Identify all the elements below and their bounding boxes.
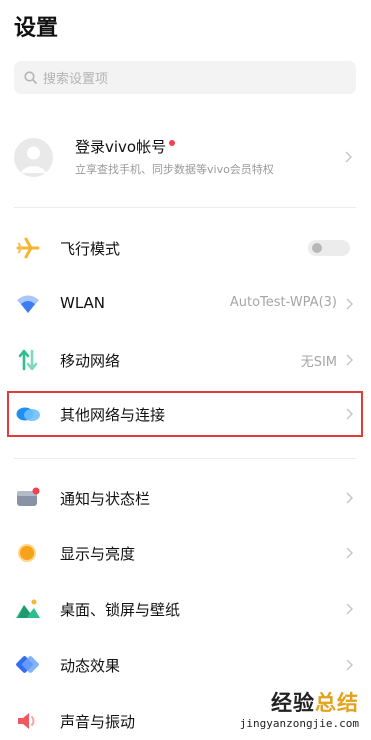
search-input[interactable]: 搜索设置项 [14,61,356,94]
airplane-mode-toggle[interactable] [308,240,350,256]
chevron-right-icon [346,603,353,615]
row-label: 显示与亮度 [60,545,136,563]
sound-icon [18,713,35,729]
mobile-network-icon [18,349,38,371]
chevron-right-icon [346,298,353,310]
search-icon [24,71,37,84]
highlight-box [7,391,363,437]
account-title: 登录vivo帐号 [75,138,167,156]
watermark-part1: 经验 [271,691,315,715]
watermark-url: jingyanzongjie.com [239,717,359,730]
row-label: 飞行模式 [60,240,121,258]
account-subtitle: 立享查找手机、同步数据等vivo会员特权 [75,163,274,176]
user-icon [21,146,46,173]
row-wlan[interactable]: WLAN AutoTest-WPA(3) [0,279,371,329]
row-display-brightness[interactable]: 显示与亮度 [0,528,371,578]
avatar [14,138,53,177]
watermark: 经验总结 jingyanzongjie.com [240,687,359,730]
chevron-right-icon [346,547,353,559]
wifi-icon [17,295,39,313]
row-label: 声音与振动 [60,713,136,731]
row-label: WLAN [60,294,106,312]
row-notifications[interactable]: 通知与状态栏 [0,473,371,523]
chevron-right-icon [346,659,353,671]
watermark-title: 经验总结 [240,687,359,717]
row-label: 动态效果 [60,657,121,675]
row-airplane-mode[interactable]: 飞行模式 [0,223,371,273]
animation-icon [16,656,39,673]
row-wallpaper[interactable]: 桌面、锁屏与壁纸 [0,584,371,634]
row-label: 桌面、锁屏与壁纸 [60,601,181,619]
toggle-knob [312,243,322,253]
chevron-right-icon [346,354,353,366]
row-mobile-network[interactable]: 移动网络 无SIM [0,335,371,385]
search-placeholder: 搜索设置项 [43,72,109,87]
row-dynamic-effects[interactable]: 动态效果 [0,640,371,690]
account-login-row[interactable]: 登录vivo帐号 立享查找手机、同步数据等vivo会员特权 [14,134,356,180]
row-label: 通知与状态栏 [60,490,151,508]
account-title-wrap: 登录vivo帐号 [75,136,176,157]
divider [14,207,356,208]
settings-screen: 设置 搜索设置项 登录vivo帐号 立享查找手机、同步数据等vivo会员特权 飞… [0,0,371,740]
divider [14,458,356,459]
notification-icon [17,487,40,506]
wlan-network-name: AutoTest-WPA(3) [229,295,337,310]
chevron-right-icon [345,151,352,163]
row-label: 移动网络 [60,352,121,370]
airplane-icon [16,237,40,259]
chevron-right-icon [346,492,353,504]
mobile-network-status: 无SIM [300,355,337,370]
watermark-part2: 总结 [315,691,359,715]
page-title: 设置 [14,16,59,41]
wallpaper-icon [16,599,40,618]
brightness-icon [18,544,36,562]
notification-dot [169,140,176,146]
